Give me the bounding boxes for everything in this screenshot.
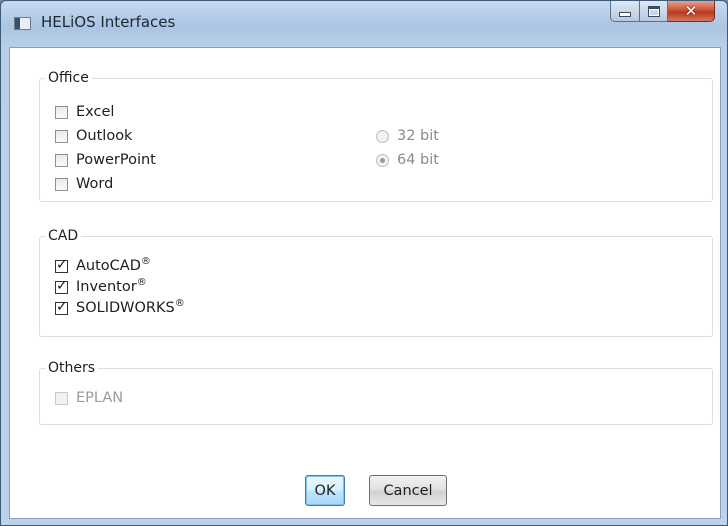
powerpoint-label: PowerPoint [76,152,156,168]
office-group: Office Excel Outlook PowerPoint Word 32 … [39,68,713,202]
radio-64-bit[interactable]: 64 bit [376,151,439,169]
checkbox-autocad[interactable]: ✓ AutoCAD® [55,257,151,275]
caption-buttons: ✕ [610,1,715,22]
autocad-label: AutoCAD® [76,256,151,274]
dialog-window: HELiOS Interfaces ✕ Office Excel Outlook [0,0,728,526]
dialog-content: Office Excel Outlook PowerPoint Word 32 … [9,47,721,519]
eplan-checkbox-box[interactable] [55,391,68,405]
maximize-button[interactable] [640,1,668,22]
close-button[interactable]: ✕ [668,1,715,22]
office-group-header: Office [45,68,92,88]
word-label: Word [76,176,114,192]
checkmark-icon: ✓ [56,277,68,294]
checkbox-solidworks[interactable]: ✓ SOLIDWORKS® [55,299,185,317]
autocad-checkbox-box[interactable]: ✓ [55,257,68,273]
minimize-icon [619,11,631,17]
checkbox-powerpoint[interactable]: PowerPoint [55,151,156,169]
checkbox-word[interactable]: Word [55,175,113,193]
radio-64-bit-circle[interactable] [376,153,389,167]
powerpoint-checkbox-box[interactable] [55,153,68,167]
maximize-icon [647,5,660,17]
radio-32-bit-circle[interactable] [376,129,389,143]
solidworks-checkbox-box[interactable]: ✓ [55,299,68,315]
inventor-label: Inventor® [76,277,147,295]
radio-32-bit-label: 32 bit [397,128,439,144]
checkbox-inventor[interactable]: ✓ Inventor® [55,278,147,296]
outlook-checkbox-box[interactable] [55,129,68,143]
others-group: Others EPLAN [39,358,713,425]
checkmark-icon: ✓ [56,298,68,315]
others-group-header: Others [45,358,99,378]
checkbox-excel[interactable]: Excel [55,103,114,121]
checkbox-outlook[interactable]: Outlook [55,127,132,145]
window-title: HELiOS Interfaces [41,13,176,31]
cancel-button[interactable]: Cancel [369,475,447,506]
excel-label: Excel [76,104,115,120]
radio-64-bit-label: 64 bit [397,152,439,168]
word-checkbox-box[interactable] [55,177,68,191]
cad-group-header: CAD [45,226,82,246]
title-bar[interactable]: HELiOS Interfaces ✕ [1,1,727,47]
radio-32-bit[interactable]: 32 bit [376,127,439,145]
close-icon: ✕ [684,1,698,20]
cad-group: CAD ✓ AutoCAD® ✓ Inventor® ✓ SOLIDWORKS® [39,226,713,337]
checkbox-eplan[interactable]: EPLAN [55,389,123,407]
eplan-label: EPLAN [76,390,124,406]
solidworks-label: SOLIDWORKS® [76,298,185,316]
excel-checkbox-box[interactable] [55,105,68,119]
inventor-checkbox-box[interactable]: ✓ [55,278,68,294]
outlook-label: Outlook [76,128,133,144]
checkmark-icon: ✓ [56,256,68,273]
ok-button[interactable]: OK [305,475,345,506]
app-icon [14,17,31,30]
minimize-button[interactable] [610,1,640,22]
